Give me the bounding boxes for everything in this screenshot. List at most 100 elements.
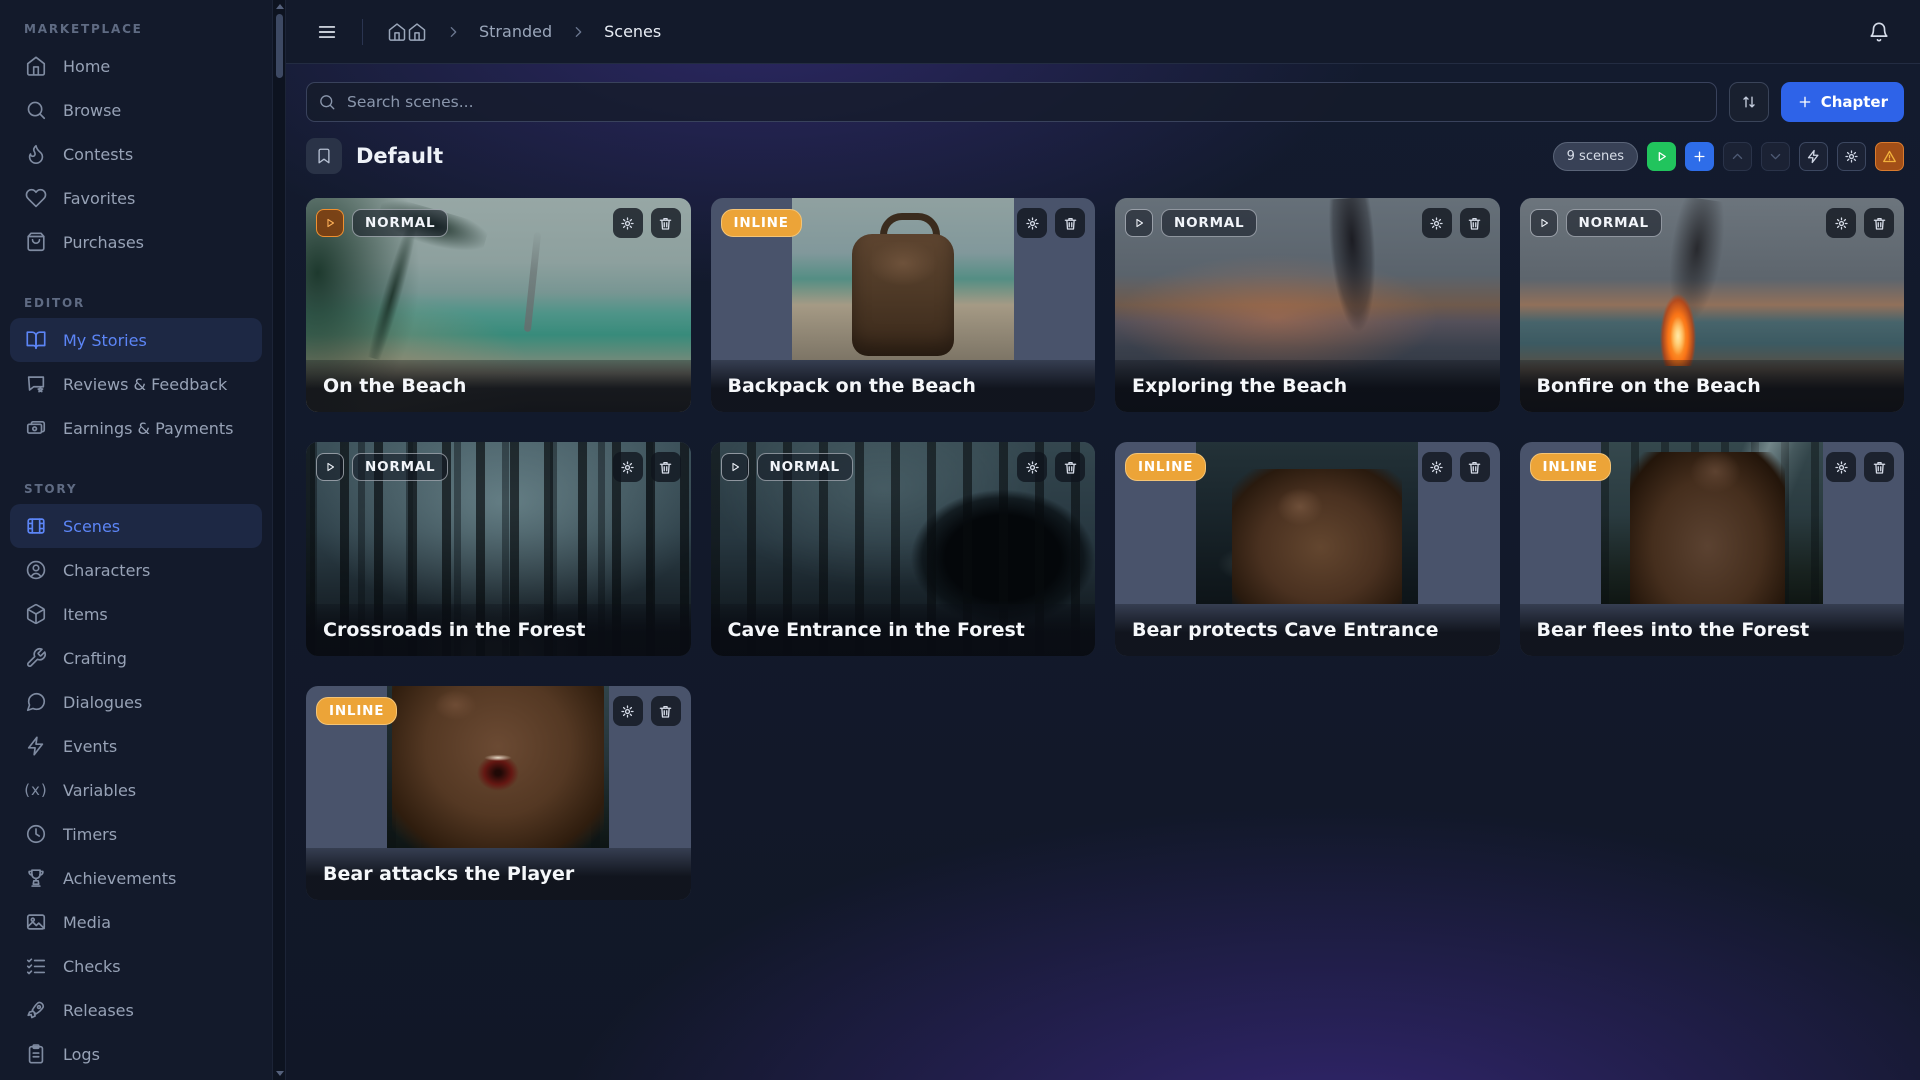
scene-play-button[interactable] (316, 209, 344, 237)
scene-title-bar: Bonfire on the Beach (1520, 360, 1905, 412)
scene-card-backpack-on-the-beach[interactable]: INLINE Backpack on the Beach (711, 198, 1096, 412)
sort-arrows-icon (1740, 93, 1758, 111)
sidebar-item-browse[interactable]: Browse (10, 88, 262, 132)
scene-card-overlay: INLINE (316, 696, 681, 726)
scene-play-button[interactable] (1530, 209, 1558, 237)
scene-title: Exploring the Beach (1132, 375, 1347, 397)
scene-delete-button[interactable] (651, 696, 681, 726)
sidebar-item-timers[interactable]: Timers (10, 812, 262, 856)
scene-settings-button[interactable] (613, 696, 643, 726)
scene-settings-button[interactable] (1422, 452, 1452, 482)
scene-delete-button[interactable] (1055, 208, 1085, 238)
scene-title: Bear protects Cave Entrance (1132, 619, 1439, 641)
scene-card-crossroads-in-the-forest[interactable]: NORMAL Crossroads in the Forest (306, 442, 691, 656)
chevron-down-icon (1768, 149, 1783, 164)
scroll-up-arrow-icon[interactable] (276, 4, 284, 9)
scene-title-bar: Crossroads in the Forest (306, 604, 691, 656)
variables-icon: (x) (24, 778, 48, 802)
scene-settings-button[interactable] (1826, 208, 1856, 238)
sidebar-item-home[interactable]: Home (10, 44, 262, 88)
image-icon (24, 910, 48, 934)
breadcrumb: Stranded Scenes (387, 22, 661, 42)
scene-card-cave-entrance-in-the-forest[interactable]: NORMAL Cave Entrance in the Forest (711, 442, 1096, 656)
section-title-marketplace: MARKETPLACE (0, 8, 272, 44)
scene-play-button[interactable] (316, 453, 344, 481)
scene-card-exploring-the-beach[interactable]: NORMAL Exploring the Beach (1115, 198, 1500, 412)
chapter-move-down-button[interactable] (1761, 142, 1790, 171)
sidebar-item-releases[interactable]: Releases (10, 988, 262, 1032)
bookmark-icon (315, 147, 333, 165)
scene-play-button[interactable] (721, 453, 749, 481)
content-area: Chapter Default 9 scenes (286, 64, 1920, 1080)
heart-icon (24, 186, 48, 210)
sidebar-scrollbar[interactable] (272, 0, 286, 1080)
scene-settings-button[interactable] (613, 208, 643, 238)
menu-toggle-button[interactable] (316, 21, 338, 43)
scene-delete-button[interactable] (651, 208, 681, 238)
sidebar-item-items[interactable]: Items (10, 592, 262, 636)
chapter-bookmark-button[interactable] (306, 138, 342, 174)
sidebar-item-characters[interactable]: Characters (10, 548, 262, 592)
chapter-move-up-button[interactable] (1723, 142, 1752, 171)
scene-title-bar: On the Beach (306, 360, 691, 412)
sidebar-item-reviews-feedback[interactable]: Reviews & Feedback (10, 362, 262, 406)
scene-delete-button[interactable] (1864, 208, 1894, 238)
breadcrumb-home-icon[interactable] (387, 22, 427, 42)
scene-delete-button[interactable] (1864, 452, 1894, 482)
sidebar-item-events[interactable]: Events (10, 724, 262, 768)
breadcrumb-story[interactable]: Stranded (479, 22, 552, 41)
scene-settings-button[interactable] (1017, 208, 1047, 238)
notifications-bell-button[interactable] (1868, 21, 1890, 43)
search-icon (318, 93, 336, 111)
sidebar-item-purchases[interactable]: Purchases (10, 220, 262, 264)
search-input[interactable] (306, 82, 1717, 122)
scene-card-bonfire-on-the-beach[interactable]: NORMAL Bonfire on the Beach (1520, 198, 1905, 412)
scene-delete-button[interactable] (1460, 208, 1490, 238)
scene-type-badge: INLINE (721, 209, 802, 237)
sidebar-item-logs[interactable]: Logs (10, 1032, 262, 1076)
sidebar-item-checks[interactable]: Checks (10, 944, 262, 988)
sidebar-item-scenes[interactable]: Scenes (10, 504, 262, 548)
scene-card-on-the-beach[interactable]: NORMAL On the Beach (306, 198, 691, 412)
add-chapter-button[interactable]: Chapter (1781, 82, 1904, 122)
scene-card-overlay: INLINE (1530, 452, 1895, 482)
sidebar-item-crafting[interactable]: Crafting (10, 636, 262, 680)
scene-settings-button[interactable] (1017, 452, 1047, 482)
sidebar-item-media[interactable]: Media (10, 900, 262, 944)
scroll-down-arrow-icon[interactable] (276, 1071, 284, 1076)
scene-play-button[interactable] (1125, 209, 1153, 237)
scene-title-bar: Backpack on the Beach (711, 360, 1096, 412)
scene-settings-button[interactable] (1826, 452, 1856, 482)
scene-card-bear-flees-into-the-forest[interactable]: INLINE Bear flees into the Forest (1520, 442, 1905, 656)
sidebar-item-achievements[interactable]: Achievements (10, 856, 262, 900)
scene-card-overlay: INLINE (721, 208, 1086, 238)
chapter-add-scene-button[interactable] (1685, 142, 1714, 171)
scene-card-overlay: NORMAL (721, 452, 1086, 482)
section-title-story: STORY (0, 468, 272, 504)
sidebar-item-variables[interactable]: (x)Variables (10, 768, 262, 812)
sidebar-item-earnings-payments[interactable]: Earnings & Payments (10, 406, 262, 450)
sort-button[interactable] (1729, 82, 1769, 122)
scrollbar-thumb[interactable] (276, 14, 283, 78)
sidebar-item-contests[interactable]: Contests (10, 132, 262, 176)
scene-settings-button[interactable] (1422, 208, 1452, 238)
cube-icon (24, 602, 48, 626)
sidebar-item-my-stories[interactable]: My Stories (10, 318, 262, 362)
scene-delete-button[interactable] (1460, 452, 1490, 482)
chapter-events-button[interactable] (1799, 142, 1828, 171)
app-window: MARKETPLACE Home Browse Contests Favorit… (0, 0, 1920, 1080)
scene-card-bear-attacks-the-player[interactable]: INLINE Bear attacks the Player (306, 686, 691, 900)
gear-icon (1834, 216, 1849, 231)
scene-delete-button[interactable] (651, 452, 681, 482)
scene-card-bear-protects-cave-entrance[interactable]: INLINE Bear protects Cave Entrance (1115, 442, 1500, 656)
main-area: Stranded Scenes Chapter Defaul (286, 0, 1920, 1080)
chapter-play-button[interactable] (1647, 142, 1676, 171)
sidebar-item-favorites[interactable]: Favorites (10, 176, 262, 220)
sidebar-item-dialogues[interactable]: Dialogues (10, 680, 262, 724)
chapter-settings-button[interactable] (1837, 142, 1866, 171)
gear-icon (1429, 216, 1444, 231)
search-box (306, 82, 1717, 122)
scene-settings-button[interactable] (613, 452, 643, 482)
scene-delete-button[interactable] (1055, 452, 1085, 482)
chapter-warning-button[interactable] (1875, 142, 1904, 171)
